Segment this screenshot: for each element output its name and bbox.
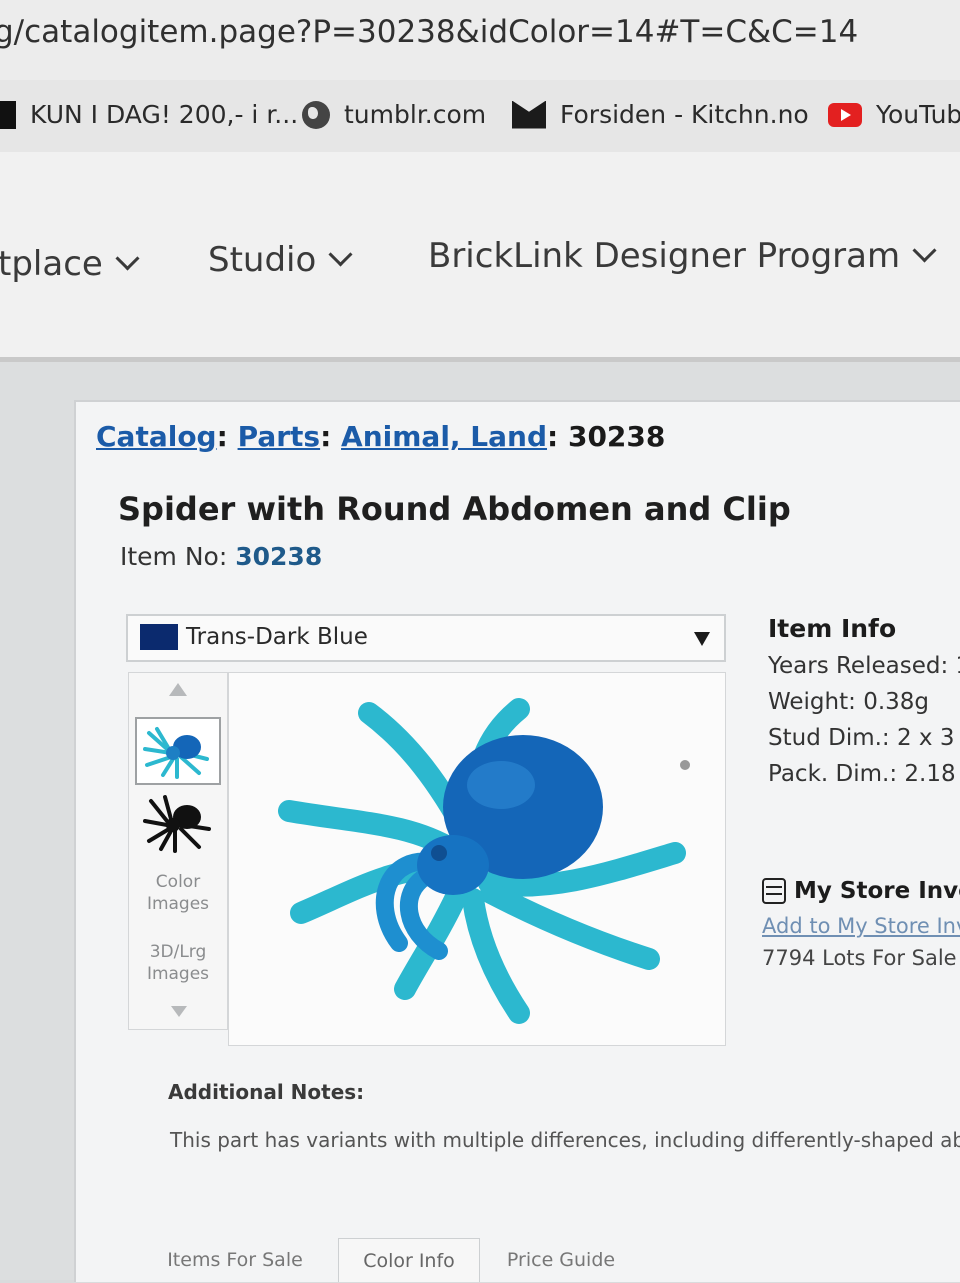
thumbnail-blue-spider[interactable] (135, 717, 221, 785)
thumbnail-black-spider[interactable] (135, 791, 221, 859)
color-images-link[interactable]: Color Images (129, 871, 227, 915)
bookmark-label: YouTub (876, 100, 960, 129)
large-images-line: Images (146, 964, 210, 984)
globe-icon (302, 100, 330, 129)
store-inventory-icon (762, 878, 786, 904)
item-info-heading: Item Info (768, 614, 897, 643)
nav-studio[interactable]: Studio (208, 240, 353, 280)
chevron-down-icon (328, 242, 353, 267)
scroll-up-icon[interactable] (169, 683, 187, 696)
large-images-link[interactable]: 3D/Lrg Images (129, 941, 227, 985)
site-nav: tplace Studio BrickLink Designer Program (0, 152, 960, 363)
bookmark-youtube[interactable]: YouTub (828, 100, 960, 129)
nav-designer-program[interactable]: BrickLink Designer Program (428, 236, 937, 276)
spider-thumbnail-icon (143, 795, 211, 853)
my-store-heading: My Store Inve (762, 878, 960, 904)
lots-for-sale: 7794 Lots For Sale (762, 946, 957, 970)
bookmark-t-icon (0, 100, 16, 129)
bookmark-label: Forsiden - Kitchn.no (560, 100, 809, 129)
bookmark-kun-i-dag[interactable]: KUN I DAG! 200,- i r... (0, 100, 298, 129)
color-images-line: Color (155, 872, 201, 892)
bookmark-label: tumblr.com (344, 100, 487, 129)
color-images-line: Images (146, 894, 210, 914)
tab-price-guide[interactable]: Price Guide (486, 1238, 636, 1282)
pack-dimensions: Pack. Dim.: 2.18 x (768, 761, 960, 787)
url-text[interactable]: g/catalogitem.page?P=30238&idColor=14#T=… (0, 14, 858, 50)
tab-color-info[interactable]: Color Info (338, 1238, 480, 1282)
breadcrumb: Catalog: Parts: Animal, Land: 30238 (96, 420, 665, 453)
tab-items-for-sale[interactable]: Items For Sale (160, 1238, 310, 1282)
breadcrumb-item: 30238 (567, 420, 666, 453)
my-store-heading-text: My Store Inve (794, 878, 960, 904)
nav-marketplace[interactable]: tplace (0, 244, 140, 284)
item-number: Item No: 30238 (120, 542, 322, 571)
breadcrumb-parts-link[interactable]: Parts (238, 420, 321, 453)
color-swatch (140, 624, 178, 650)
item-number-value: 30238 (235, 542, 323, 571)
color-dropdown[interactable]: Trans-Dark Blue (126, 614, 726, 662)
kitchn-icon (512, 100, 546, 129)
nav-label: Studio (208, 240, 317, 280)
breadcrumb-separator: : (216, 420, 228, 453)
breadcrumb-separator: : (320, 420, 332, 453)
years-released: Years Released: 1 (768, 653, 960, 679)
bookmark-label: KUN I DAG! 200,- i r... (30, 100, 299, 129)
chevron-down-icon (912, 238, 937, 263)
dropdown-arrow-icon (694, 632, 710, 646)
add-to-store-link[interactable]: Add to My Store Inve (762, 914, 960, 938)
thumbnail-strip: Color Images 3D/Lrg Images (128, 672, 228, 1030)
breadcrumb-separator: : (547, 420, 559, 453)
bookmark-tumblr[interactable]: tumblr.com (302, 100, 486, 129)
breadcrumb-category-link[interactable]: Animal, Land (341, 420, 547, 453)
catalog-item-panel: Catalog: Parts: Animal, Land: 30238 Spid… (74, 400, 960, 1282)
weight: Weight: 0.38g (768, 689, 929, 715)
additional-notes-text: This part has variants with multiple dif… (170, 1128, 960, 1152)
spider-thumbnail-icon (143, 727, 209, 779)
color-dropdown-value: Trans-Dark Blue (186, 624, 368, 650)
large-images-line: 3D/Lrg (149, 942, 207, 962)
chevron-down-icon (115, 246, 140, 271)
breadcrumb-catalog-link[interactable]: Catalog (96, 420, 217, 453)
additional-notes-heading: Additional Notes: (168, 1080, 365, 1104)
spider-image (278, 698, 690, 1024)
address-bar[interactable]: g/catalogitem.page?P=30238&idColor=14#T=… (0, 0, 960, 80)
scroll-down-icon[interactable] (171, 1006, 187, 1017)
item-title: Spider with Round Abdomen and Clip (118, 490, 791, 528)
nav-label: BrickLink Designer Program (428, 236, 901, 276)
bookmarks-bar: KUN I DAG! 200,- i r... tumblr.com Forsi… (0, 80, 960, 153)
item-info: Item Info Years Released: 1 Weight: 0.38… (768, 614, 960, 787)
stud-dimensions: Stud Dim.: 2 x 3 x (768, 725, 960, 751)
main-item-image[interactable] (228, 672, 726, 1046)
nav-label: tplace (0, 244, 103, 284)
item-number-label: Item No: (120, 542, 228, 571)
bookmark-kitchn[interactable]: Forsiden - Kitchn.no (512, 100, 809, 129)
youtube-icon (828, 102, 862, 127)
